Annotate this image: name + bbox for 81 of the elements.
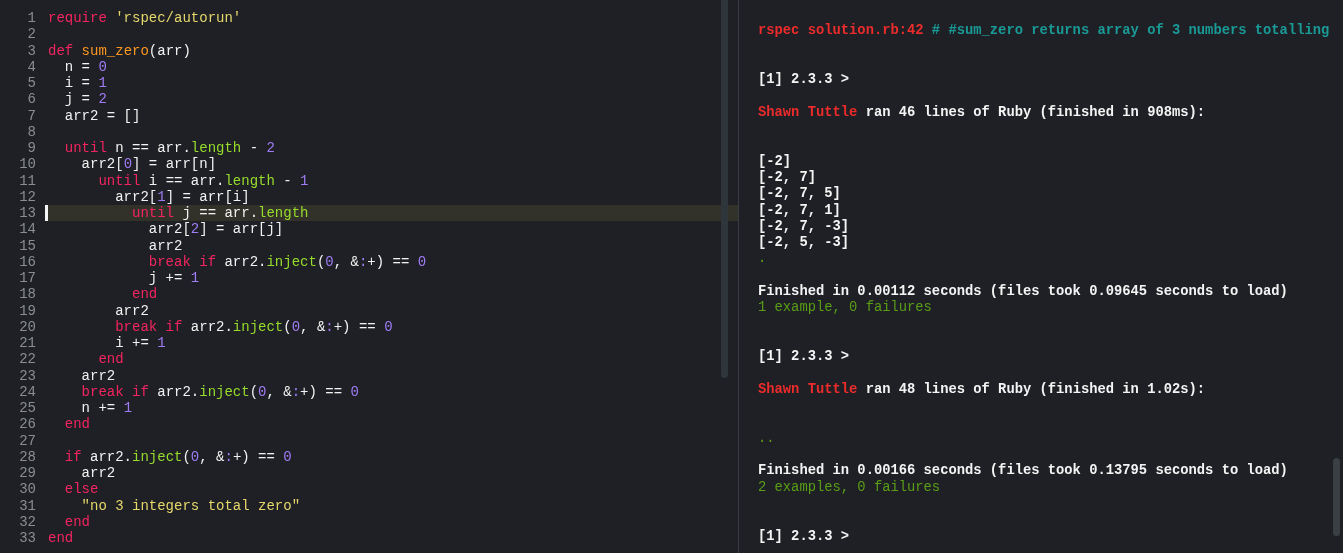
code-line: end [63,513,91,530]
code-line: arr2 = [] [63,107,142,124]
code-line: arr2[1] = arr[i] [114,188,251,205]
line-number: 27 [18,432,37,449]
line-number: 12 [18,188,37,205]
output-line: [1] 2.3.3 > [758,349,851,366]
line-number: 3 [26,42,37,59]
code-line: break if arr2.inject(0, &:+) == 0 [147,253,428,270]
code-line: n += 1 [80,400,134,417]
code-line: arr2[2] = arr[j] [147,221,285,238]
line-number: 24 [18,383,37,400]
code-line: until n == arr.length - 2 [63,140,276,157]
line-number: 9 [26,140,37,157]
output-line: . [758,251,768,268]
line-number: 31 [18,497,37,514]
line-number: 10 [18,156,37,173]
line-number: 23 [18,367,37,384]
code-line: def sum_zero(arr) [47,42,192,59]
output-line: [-2, 5, -3] [758,235,851,252]
scrollbar-thumb[interactable] [1333,458,1340,536]
line-number: 18 [18,286,37,303]
code-line: end [97,351,125,368]
output-line: [1] 2.3.3 > [758,72,851,89]
output-line: [-2, 7] [758,169,817,186]
code-line: end [47,530,75,547]
output-line: [-2, 7, 1] [758,202,842,219]
code-line: end [131,286,159,303]
line-number: 25 [18,400,37,417]
output-line: [-2, 7, -3] [758,218,851,235]
line-number: 33 [18,530,37,547]
output-line: Finished in 0.00166 seconds (files took 0.13795 seconds to load) [758,463,1289,480]
output-line: Shawn Tuttle ran 48 lines of Ruby (finished in 1.02s): [758,381,1207,399]
line-number: 19 [18,302,37,319]
code-line: i += 1 [114,335,167,352]
line-number: 29 [18,465,37,482]
code-line: break if arr2.inject(0, &:+) == 0 [114,318,394,335]
code-line: break if arr2.inject(0, &:+) == 0 [80,383,360,400]
output-line: 1 example, 0 failures [758,300,933,317]
output-line: Finished in 0.00112 seconds (files took 0.09645 seconds to load) [758,284,1289,300]
output-line: [1] 2.3.3 > [758,528,851,545]
line-number: 5 [26,75,37,92]
code-line: end [63,416,91,433]
output-line: [-2, 7, 5] [758,186,842,203]
code-line: arr2 [147,237,184,254]
code-line: arr2 [80,465,117,482]
line-number: 16 [18,253,37,270]
code-line: arr2[0] = arr[n] [80,156,218,173]
line-number: 6 [26,91,37,108]
output-line: Shawn Tuttle ran 46 lines of Ruby (finished in 908ms): [758,104,1207,122]
line-number: 22 [18,351,37,368]
line-number: 2 [26,26,37,43]
code-line: arr2 [80,367,117,384]
code-line: require 'rspec/autorun' [47,10,243,27]
code-line: arr2 [114,302,150,319]
line-number: 21 [18,335,37,352]
line-number: 28 [18,448,37,465]
line-number: 20 [18,318,37,335]
code-line: i = 1 [63,75,108,92]
line-number: 7 [26,107,37,124]
code-line: j = 2 [63,91,108,108]
code-line: "no 3 integers total zero" [80,497,302,514]
output-line: [-2] [758,153,793,170]
output-line: 2 examples, 0 failures [758,479,942,496]
code-line: j += 1 [147,270,201,287]
code-line: if arr2.inject(0, &:+) == 0 [63,448,293,465]
line-number: 15 [18,237,37,254]
code-line: until i == arr.length - 1 [97,172,310,189]
line-number: 32 [18,513,37,530]
line-number: 1 [26,10,37,27]
line-number: 14 [18,221,37,238]
line-number: 8 [26,123,37,140]
output-line: .. [758,430,776,447]
line-number: 26 [18,416,37,433]
line-number: 4 [26,58,37,75]
line-number: 13 [18,205,37,222]
code-line: n = 0 [63,58,108,75]
code-line: else [63,481,100,498]
line-number: 17 [18,270,37,287]
output-line: rspec solution.rb:42 # #sum_zero returns array of 3 numbers totalling [758,23,1331,40]
line-number: 30 [18,481,37,498]
line-number: 11 [18,172,37,189]
